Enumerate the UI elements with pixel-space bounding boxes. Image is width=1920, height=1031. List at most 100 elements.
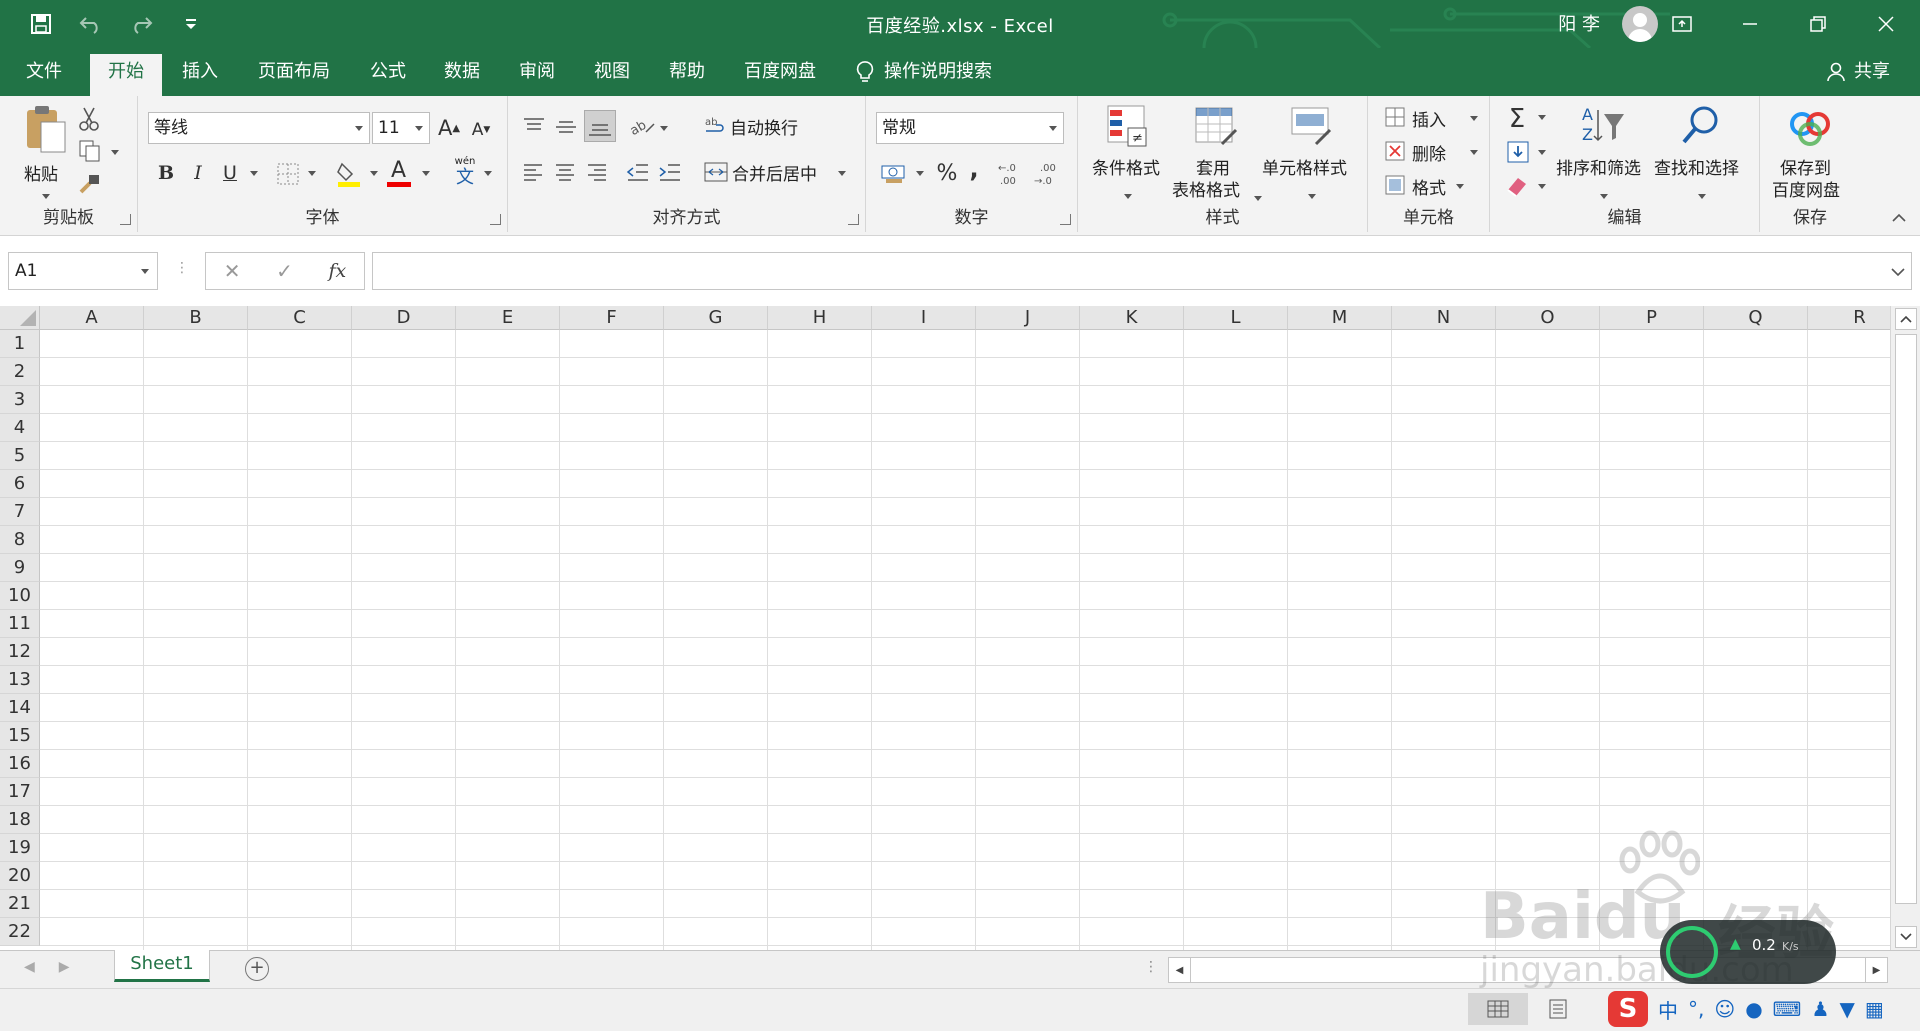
- column-header-r[interactable]: R: [1808, 306, 1890, 330]
- tab-formulas[interactable]: 公式: [352, 48, 424, 96]
- decrease-indent-icon[interactable]: [626, 162, 650, 184]
- share-button[interactable]: 共享: [1826, 48, 1890, 96]
- skin-icon[interactable]: ▼: [1839, 997, 1854, 1021]
- column-header-m[interactable]: M: [1288, 306, 1392, 330]
- enter-icon[interactable]: ✓: [276, 259, 293, 283]
- accounting-format-icon[interactable]: [880, 162, 908, 186]
- underline-button[interactable]: U: [216, 158, 244, 188]
- number-launcher-icon[interactable]: [1060, 214, 1071, 225]
- cell-area[interactable]: [40, 330, 1890, 950]
- user-center-icon[interactable]: ♟: [1812, 997, 1830, 1021]
- align-right-icon[interactable]: [586, 162, 608, 184]
- row-header-10[interactable]: 10: [0, 582, 40, 610]
- name-box[interactable]: A1: [8, 252, 158, 290]
- column-header-f[interactable]: F: [560, 306, 664, 330]
- row-header-14[interactable]: 14: [0, 694, 40, 722]
- percent-style-button[interactable]: %: [932, 158, 962, 188]
- row-header-6[interactable]: 6: [0, 470, 40, 498]
- tab-review[interactable]: 审阅: [501, 48, 573, 96]
- tab-file[interactable]: 文件: [8, 48, 80, 96]
- tab-page-layout[interactable]: 页面布局: [240, 48, 348, 96]
- ribbon-display-options-icon[interactable]: [1648, 0, 1716, 48]
- increase-font-size-icon[interactable]: A ▲: [434, 112, 464, 144]
- number-format-select[interactable]: 常规: [876, 112, 1064, 144]
- conditional-formatting-button[interactable]: ≠ 条件格式: [1090, 104, 1166, 204]
- scroll-down-icon[interactable]: [1895, 926, 1917, 948]
- italic-button[interactable]: I: [184, 158, 212, 188]
- tell-me-search[interactable]: 操作说明搜索: [856, 48, 992, 96]
- cell-styles-button[interactable]: 单元格样式: [1262, 104, 1362, 204]
- vertical-scroll-thumb[interactable]: [1895, 334, 1917, 904]
- user-name[interactable]: 阳 李: [1558, 10, 1600, 36]
- font-size-select[interactable]: 11: [372, 112, 430, 144]
- row-header-17[interactable]: 17: [0, 778, 40, 806]
- row-header-19[interactable]: 19: [0, 834, 40, 862]
- network-speed-widget[interactable]: ▲ 0.2 K/s: [1660, 920, 1836, 984]
- row-header-8[interactable]: 8: [0, 526, 40, 554]
- tab-home[interactable]: 开始: [90, 54, 162, 96]
- row-header-1[interactable]: 1: [0, 330, 40, 358]
- formula-bar-grip-icon[interactable]: ⋮: [175, 260, 189, 276]
- formula-input[interactable]: [372, 252, 1912, 290]
- bottom-align-icon[interactable]: [584, 110, 616, 142]
- middle-align-icon[interactable]: [554, 116, 578, 138]
- sort-filter-button[interactable]: AZ 排序和筛选: [1556, 104, 1652, 204]
- row-header-20[interactable]: 20: [0, 862, 40, 890]
- find-select-button[interactable]: 查找和选择: [1654, 104, 1750, 204]
- row-header-15[interactable]: 15: [0, 722, 40, 750]
- restore-icon[interactable]: [1784, 0, 1852, 48]
- tab-help[interactable]: 帮助: [651, 48, 723, 96]
- cancel-icon[interactable]: ✕: [224, 259, 241, 283]
- wrap-text-button[interactable]: ab 自动换行: [704, 112, 814, 142]
- tab-baidu-netdisk[interactable]: 百度网盘: [726, 48, 834, 96]
- cut-icon[interactable]: [78, 106, 100, 132]
- microphone-icon[interactable]: ●: [1745, 997, 1762, 1021]
- tab-insert[interactable]: 插入: [164, 48, 236, 96]
- sheet-tab[interactable]: Sheet1: [114, 950, 210, 982]
- column-header-k[interactable]: K: [1080, 306, 1184, 330]
- column-header-a[interactable]: A: [40, 306, 144, 330]
- keyboard-icon[interactable]: ⌨: [1773, 997, 1802, 1021]
- insert-cells-button[interactable]: 插入: [1384, 104, 1484, 132]
- font-color-icon[interactable]: A: [386, 158, 412, 188]
- next-sheet-icon[interactable]: ▶: [59, 959, 70, 975]
- top-align-icon[interactable]: [522, 116, 546, 138]
- alignment-launcher-icon[interactable]: [848, 214, 859, 225]
- row-header-11[interactable]: 11: [0, 610, 40, 638]
- scroll-up-icon[interactable]: [1895, 308, 1917, 330]
- format-cells-button[interactable]: 格式: [1384, 172, 1484, 200]
- format-painter-icon[interactable]: [78, 172, 102, 196]
- sogou-logo-icon[interactable]: S: [1608, 991, 1648, 1027]
- scroll-left-icon[interactable]: ◀: [1169, 958, 1191, 982]
- row-header-2[interactable]: 2: [0, 358, 40, 386]
- worksheet-grid[interactable]: A B C D E F G H I J K L M N O P Q R 1 2 3 4 5 6 7 8 9 10 11 12 13 14 15 1…: [0, 306, 1890, 950]
- align-center-icon[interactable]: [554, 162, 576, 184]
- emoji-icon[interactable]: ☺: [1714, 997, 1735, 1021]
- row-header-3[interactable]: 3: [0, 386, 40, 414]
- close-icon[interactable]: [1852, 0, 1920, 48]
- previous-sheet-icon[interactable]: ◀: [24, 959, 35, 975]
- normal-view-icon[interactable]: [1468, 993, 1528, 1025]
- delete-cells-button[interactable]: 删除: [1384, 138, 1484, 166]
- orientation-icon[interactable]: ab: [628, 114, 656, 138]
- column-header-c[interactable]: C: [248, 306, 352, 330]
- merge-center-button[interactable]: 合并后居中: [704, 158, 854, 188]
- row-header-9[interactable]: 9: [0, 554, 40, 582]
- borders-icon[interactable]: [276, 162, 300, 186]
- column-header-h[interactable]: H: [768, 306, 872, 330]
- row-header-7[interactable]: 7: [0, 498, 40, 526]
- row-header-21[interactable]: 21: [0, 890, 40, 918]
- tab-data[interactable]: 数据: [426, 48, 498, 96]
- comma-style-button[interactable]: ,: [964, 154, 984, 184]
- column-header-g[interactable]: G: [664, 306, 768, 330]
- column-header-e[interactable]: E: [456, 306, 560, 330]
- increase-indent-icon[interactable]: [658, 162, 682, 184]
- copy-icon[interactable]: [78, 139, 102, 163]
- row-header-18[interactable]: 18: [0, 806, 40, 834]
- tab-split-grip-icon[interactable]: ⋮: [1144, 959, 1158, 975]
- row-header-5[interactable]: 5: [0, 442, 40, 470]
- font-launcher-icon[interactable]: [490, 214, 501, 225]
- decrease-decimal-icon[interactable]: .00→.0: [1032, 160, 1062, 188]
- minimize-icon[interactable]: [1716, 0, 1784, 48]
- row-header-13[interactable]: 13: [0, 666, 40, 694]
